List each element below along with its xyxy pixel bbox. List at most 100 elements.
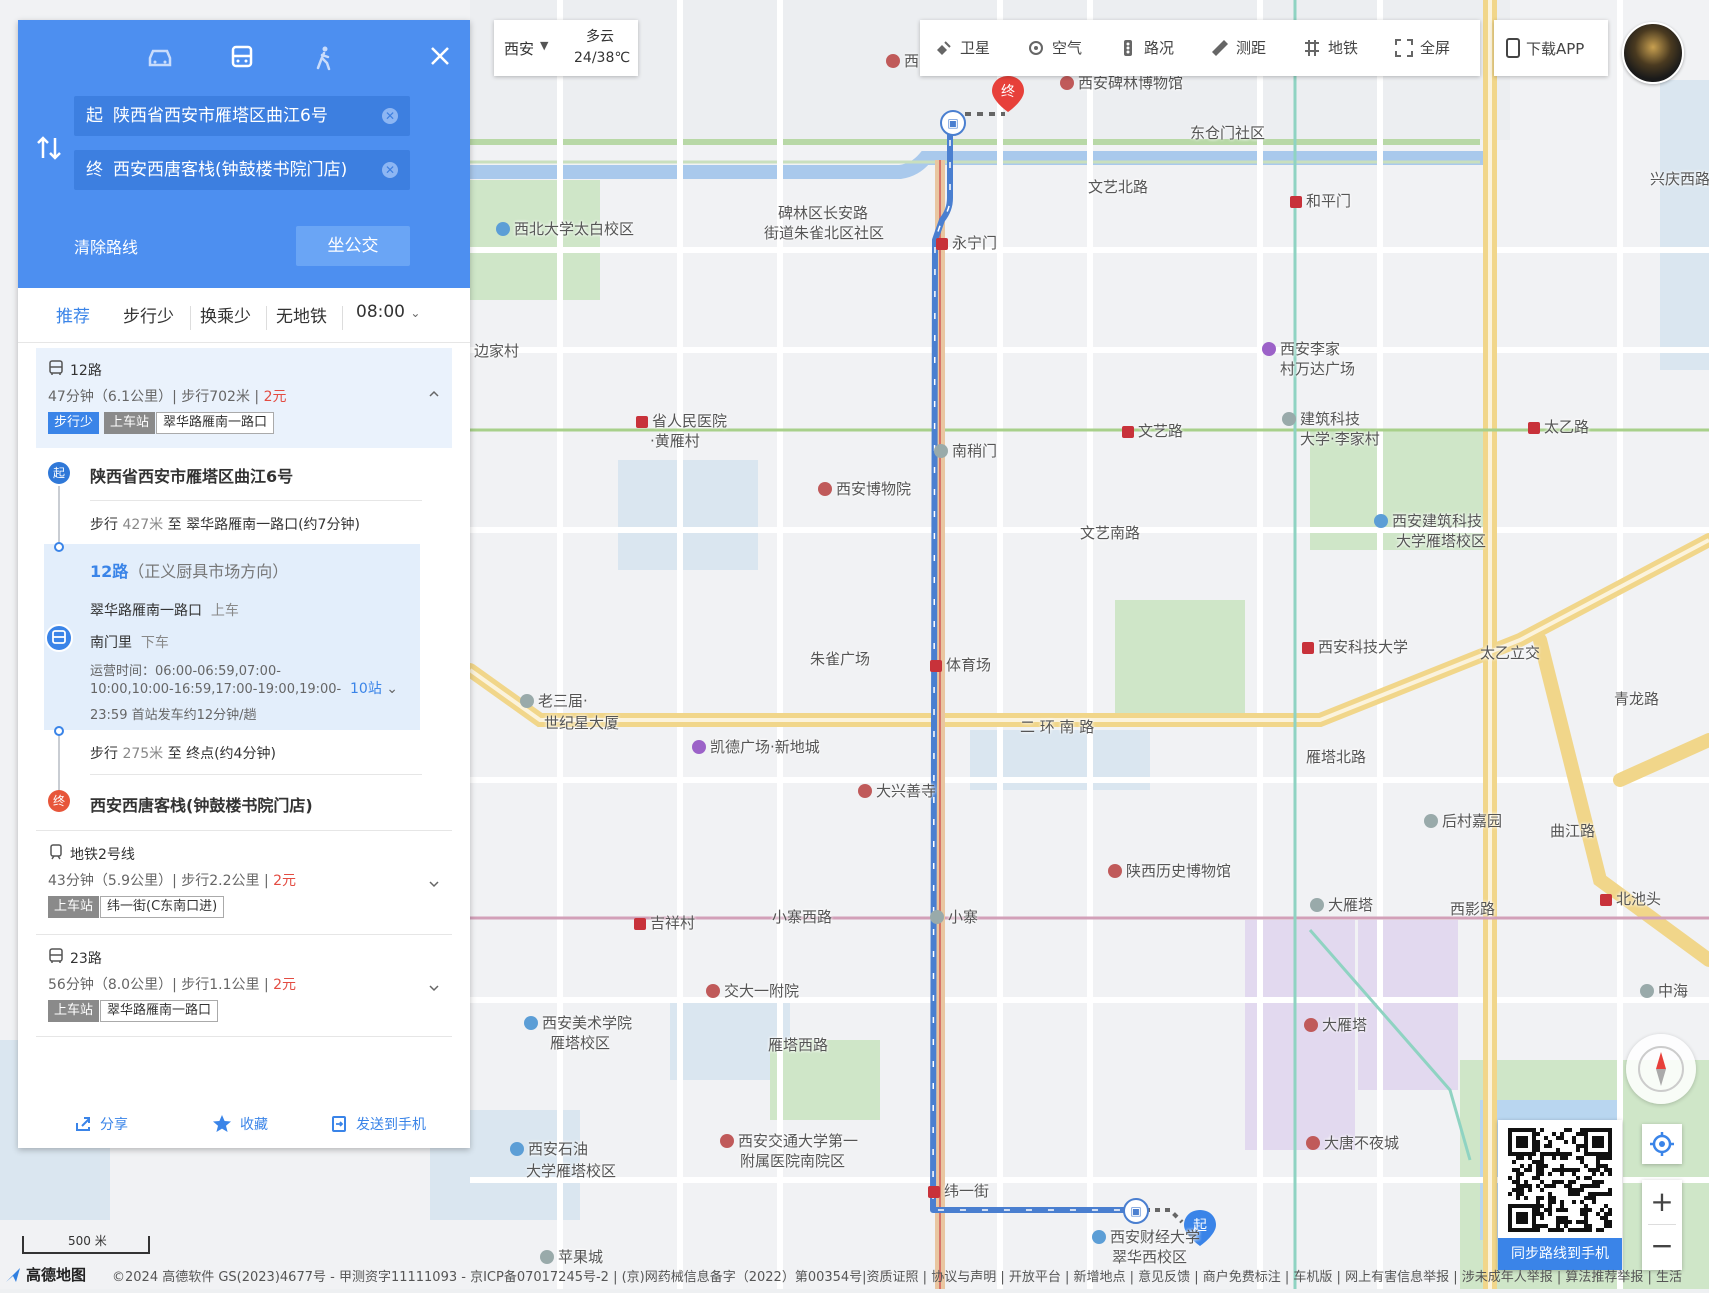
mode-drive-tab[interactable] xyxy=(142,40,178,76)
map-label-text: 南稍门 xyxy=(952,442,998,460)
map-label[interactable]: 后村嘉园 xyxy=(1424,810,1502,831)
subway-station-icon xyxy=(936,238,948,250)
clear-end-icon[interactable]: ✕ xyxy=(382,162,398,178)
map-label[interactable]: 太乙路 xyxy=(1528,416,1589,437)
map-label-text: 北池头 xyxy=(1616,890,1662,908)
board-stop: 纬一街(C东南口进) xyxy=(100,896,225,918)
share-icon xyxy=(76,1117,90,1131)
stop-count-toggle[interactable]: 10站 ⌄ xyxy=(350,678,398,698)
tab-recommend[interactable]: 推荐 xyxy=(56,302,90,327)
map-label[interactable]: 西安建筑科技 xyxy=(1374,510,1482,531)
map-label[interactable]: 纬一街 xyxy=(928,1180,989,1201)
map-label: 大学·李家村 xyxy=(1300,428,1380,449)
map-label[interactable]: 西安财经大学 xyxy=(1092,1226,1200,1247)
poi-icon xyxy=(858,784,872,798)
map-label-text: 大雁塔 xyxy=(1322,1016,1368,1034)
tab-less-transfer[interactable]: 换乘少 xyxy=(200,302,251,327)
map-toolbar: 卫星 空气 路况 测距 地铁 全屏 xyxy=(920,20,1480,76)
search-bus-button[interactable]: 坐公交 xyxy=(296,226,410,266)
tab-less-walk[interactable]: 步行少 xyxy=(123,302,174,327)
map-label[interactable]: 凯德广场·新地城 xyxy=(692,736,820,757)
map-label-text: 朱雀广场 xyxy=(810,650,871,668)
download-app-button[interactable]: 下载APP xyxy=(1494,20,1608,76)
map-label[interactable]: 苹果城 xyxy=(540,1246,603,1267)
mode-walk-tab[interactable] xyxy=(306,40,342,76)
tool-fullscreen[interactable]: 全屏 xyxy=(1394,22,1450,74)
map-label[interactable]: 陕西历史博物馆 xyxy=(1108,860,1231,881)
map-label[interactable]: 永宁门 xyxy=(936,232,997,253)
chevron-down-icon[interactable] xyxy=(428,982,440,994)
map-label[interactable]: 西安李家 xyxy=(1262,338,1340,359)
tab-divider xyxy=(266,306,267,330)
bus-stop-marker-icon[interactable]: ▣ xyxy=(940,110,966,136)
compass-control[interactable] xyxy=(1626,1034,1696,1104)
tool-subway[interactable]: 地铁 xyxy=(1302,22,1358,74)
mode-bus-tab[interactable] xyxy=(224,40,260,76)
tool-satellite[interactable]: 卫星 xyxy=(934,22,990,74)
swap-direction-icon[interactable] xyxy=(34,128,64,168)
route-card-selected[interactable]: 12路 47分钟（6.1公里）| 步行702米 | 2元 步行少 上车站 翠华路… xyxy=(36,348,452,448)
map-label[interactable]: 小寨 xyxy=(930,906,978,927)
end-marker-icon[interactable]: 终 xyxy=(990,74,1026,114)
map-label-text: 体育场 xyxy=(946,656,992,674)
avatar[interactable] xyxy=(1622,22,1684,84)
poi-icon xyxy=(818,482,832,496)
board-stop: 翠华路雁南一路口 xyxy=(156,412,275,434)
end-input[interactable]: 终西安西唐客栈(钟鼓楼书院门店) ✕ xyxy=(74,150,410,190)
map-label[interactable]: 西安科技大学 xyxy=(1302,636,1408,657)
map-label[interactable]: 大雁塔 xyxy=(1310,894,1373,915)
map-label[interactable]: 南稍门 xyxy=(934,440,997,461)
locate-button[interactable] xyxy=(1642,1124,1682,1164)
map-label[interactable]: 体育场 xyxy=(930,654,991,675)
close-icon[interactable] xyxy=(424,40,456,72)
map-label[interactable]: 大雁塔 xyxy=(1304,1014,1367,1035)
map-label: 朱雀广场 xyxy=(810,648,870,669)
map-label[interactable]: 西安美术学院 xyxy=(524,1012,632,1033)
zoom-out-button[interactable]: − xyxy=(1642,1226,1682,1270)
clear-route-link[interactable]: 清除路线 xyxy=(74,234,138,258)
tool-traffic[interactable]: 路况 xyxy=(1118,22,1174,74)
bus-segment[interactable]: 12路（正义厨具市场方向） 翠华路雁南一路口 上车 南门里 下车 运营时间：06… xyxy=(44,544,420,730)
tool-ruler[interactable]: 测距 xyxy=(1210,22,1266,74)
map-label[interactable]: 中海 xyxy=(1640,980,1688,1001)
map-label[interactable]: 西安博物院 xyxy=(818,478,911,499)
map-label[interactable]: 和平门 xyxy=(1290,190,1351,211)
map-label[interactable]: 文艺路 xyxy=(1122,420,1183,441)
time-select[interactable]: 08:00 ⌄ xyxy=(356,302,420,322)
share-button[interactable]: 分享 xyxy=(74,1114,128,1134)
clear-start-icon[interactable]: ✕ xyxy=(382,108,398,124)
map-label[interactable]: 建筑科技 xyxy=(1282,408,1360,429)
map-label[interactable]: 大唐不夜城 xyxy=(1306,1132,1399,1153)
bus-stop-marker-icon[interactable]: ▣ xyxy=(1123,1198,1149,1224)
city-weather-box[interactable]: 西安 ▼ 多云 24/38℃ xyxy=(494,20,638,76)
map-label[interactable]: 西安石油 xyxy=(510,1138,588,1159)
city-select[interactable]: 西安 xyxy=(504,38,534,59)
zoom-in-button[interactable]: + xyxy=(1642,1180,1682,1224)
map-label: 翠华西校区 xyxy=(1112,1246,1187,1267)
start-input[interactable]: 起陕西省西安市雁塔区曲江6号 ✕ xyxy=(74,96,410,136)
route-card[interactable]: 23路 56分钟（8.0公里）| 步行1.1公里 | 2元 上车站 翠华路雁南一… xyxy=(36,938,452,1034)
map-label[interactable]: 大兴善寺 xyxy=(858,780,936,801)
map-label-text: 吉祥村 xyxy=(650,914,696,932)
bus-step-icon xyxy=(45,624,73,652)
map-label[interactable]: 交大一附院 xyxy=(706,980,799,1001)
schedule-line-2: 10:00,10:00-16:59,17:00-19:00,19:00- xyxy=(90,682,342,697)
map-label[interactable]: 西 xyxy=(886,50,919,71)
tool-air[interactable]: 空气 xyxy=(1026,22,1082,74)
subway-station-icon xyxy=(636,416,648,428)
send-to-phone-button[interactable]: 发送到手机 xyxy=(330,1114,426,1134)
chevron-down-icon[interactable] xyxy=(428,878,440,890)
map-label-text: 大雁塔 xyxy=(1328,896,1374,914)
map-label[interactable]: 省人民医院 xyxy=(636,410,727,431)
map-label[interactable]: 吉祥村 xyxy=(634,912,695,933)
map-label[interactable]: 北池头 xyxy=(1600,888,1661,909)
map-label[interactable]: 西安交通大学第一 xyxy=(720,1130,858,1151)
qr-code-panel[interactable]: 同步路线到手机 xyxy=(1498,1120,1622,1270)
favorite-button[interactable]: 收藏 xyxy=(212,1114,268,1134)
chevron-up-icon[interactable] xyxy=(428,388,440,400)
map-label[interactable]: 老三届· xyxy=(520,690,588,711)
map-label-text: 苹果城 xyxy=(558,1248,604,1266)
tab-no-subway[interactable]: 无地铁 xyxy=(276,302,327,327)
map-label[interactable]: 西北大学太白校区 xyxy=(496,218,634,239)
route-card[interactable]: 地铁2号线 43分钟（5.9公里）| 步行2.2公里 | 2元 上车站 纬一街(… xyxy=(36,834,452,932)
